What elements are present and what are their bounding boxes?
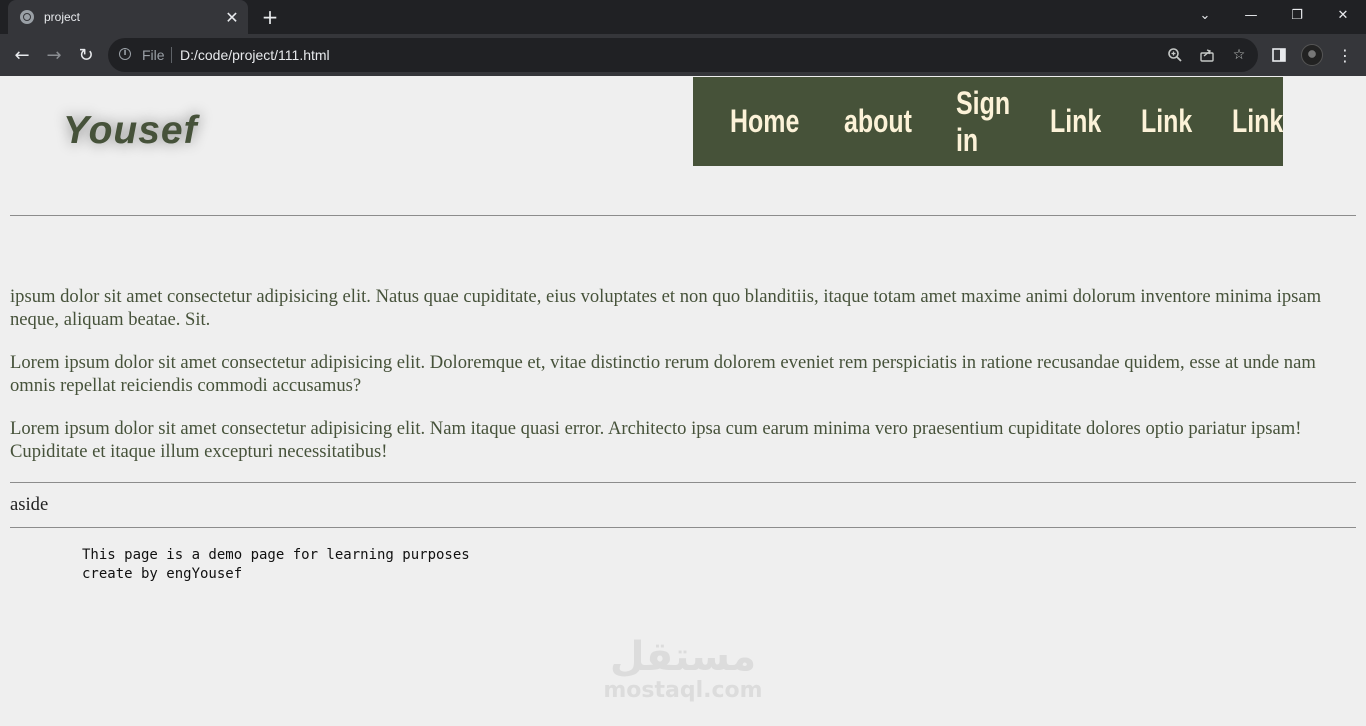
new-tab-button[interactable]: + <box>258 6 282 28</box>
divider-middle <box>10 482 1356 483</box>
footer-line-1: This page is a demo page for learning pu… <box>82 547 470 563</box>
back-arrow-icon[interactable]: ← <box>10 43 34 67</box>
paragraph-2: Lorem ipsum dolor sit amet consectetur a… <box>10 352 1316 396</box>
paragraph-1: ipsum dolor sit amet consectetur adipisi… <box>10 286 1322 330</box>
divider-bottom <box>10 527 1356 528</box>
globe-icon <box>20 10 34 24</box>
site-logo: Yousef <box>63 109 198 152</box>
nav-link-sign-in[interactable]: Sign in <box>956 85 1010 159</box>
reload-icon[interactable]: ↻ <box>74 43 98 67</box>
aside-section: aside <box>10 494 49 515</box>
profile-avatar[interactable] <box>1301 44 1323 66</box>
nav-link-2[interactable]: Link <box>1141 103 1192 140</box>
browser-tab[interactable]: project ✕ <box>8 0 248 34</box>
side-panel-icon[interactable] <box>1267 43 1291 67</box>
kebab-menu-icon[interactable]: ⋮ <box>1333 43 1357 67</box>
nav-link-1[interactable]: Link <box>1050 103 1101 140</box>
browser-tab-bar: project ✕ + ⌄ — ❐ ✕ <box>0 0 1366 34</box>
tab-title: project <box>44 10 81 24</box>
zoom-icon[interactable] <box>1165 45 1185 65</box>
tab-search-icon[interactable]: ⌄ <box>1182 0 1228 30</box>
watermark-arabic: مستقل <box>609 634 757 680</box>
mostaql-watermark: مستقل mostaql.com <box>600 635 766 703</box>
browser-toolbar: ← → ↻ i File D:/code/project/111.html ☆ … <box>0 34 1366 76</box>
address-bar[interactable]: i File D:/code/project/111.html ☆ <box>108 38 1258 72</box>
scheme-label: File <box>142 47 165 63</box>
url-text[interactable]: D:/code/project/111.html <box>180 47 330 63</box>
nav-link-3[interactable]: Link <box>1232 103 1283 140</box>
web-page: Yousef Home about Sign in Link Link Link… <box>0 77 1366 726</box>
star-icon[interactable]: ☆ <box>1229 45 1249 65</box>
site-nav: Home about Sign in Link Link Link <box>693 77 1283 166</box>
close-window-icon[interactable]: ✕ <box>1320 0 1366 30</box>
forward-arrow-icon[interactable]: → <box>42 43 66 67</box>
address-separator <box>171 47 172 63</box>
nav-link-about[interactable]: about <box>844 103 912 140</box>
divider-top <box>10 215 1356 216</box>
restore-icon[interactable]: ❐ <box>1274 0 1320 30</box>
info-icon[interactable]: i <box>119 48 131 60</box>
footer-line-2: create by engYousef <box>82 566 243 582</box>
paragraph-3: Lorem ipsum dolor sit amet consectetur a… <box>10 418 1302 462</box>
share-icon[interactable] <box>1197 45 1217 65</box>
watermark-latin: mostaql.com <box>603 678 763 703</box>
close-tab-icon[interactable]: ✕ <box>222 7 242 27</box>
minimize-icon[interactable]: — <box>1228 0 1274 30</box>
nav-link-home[interactable]: Home <box>730 103 799 140</box>
footer-text: This page is a demo page for learning pu… <box>82 546 470 584</box>
